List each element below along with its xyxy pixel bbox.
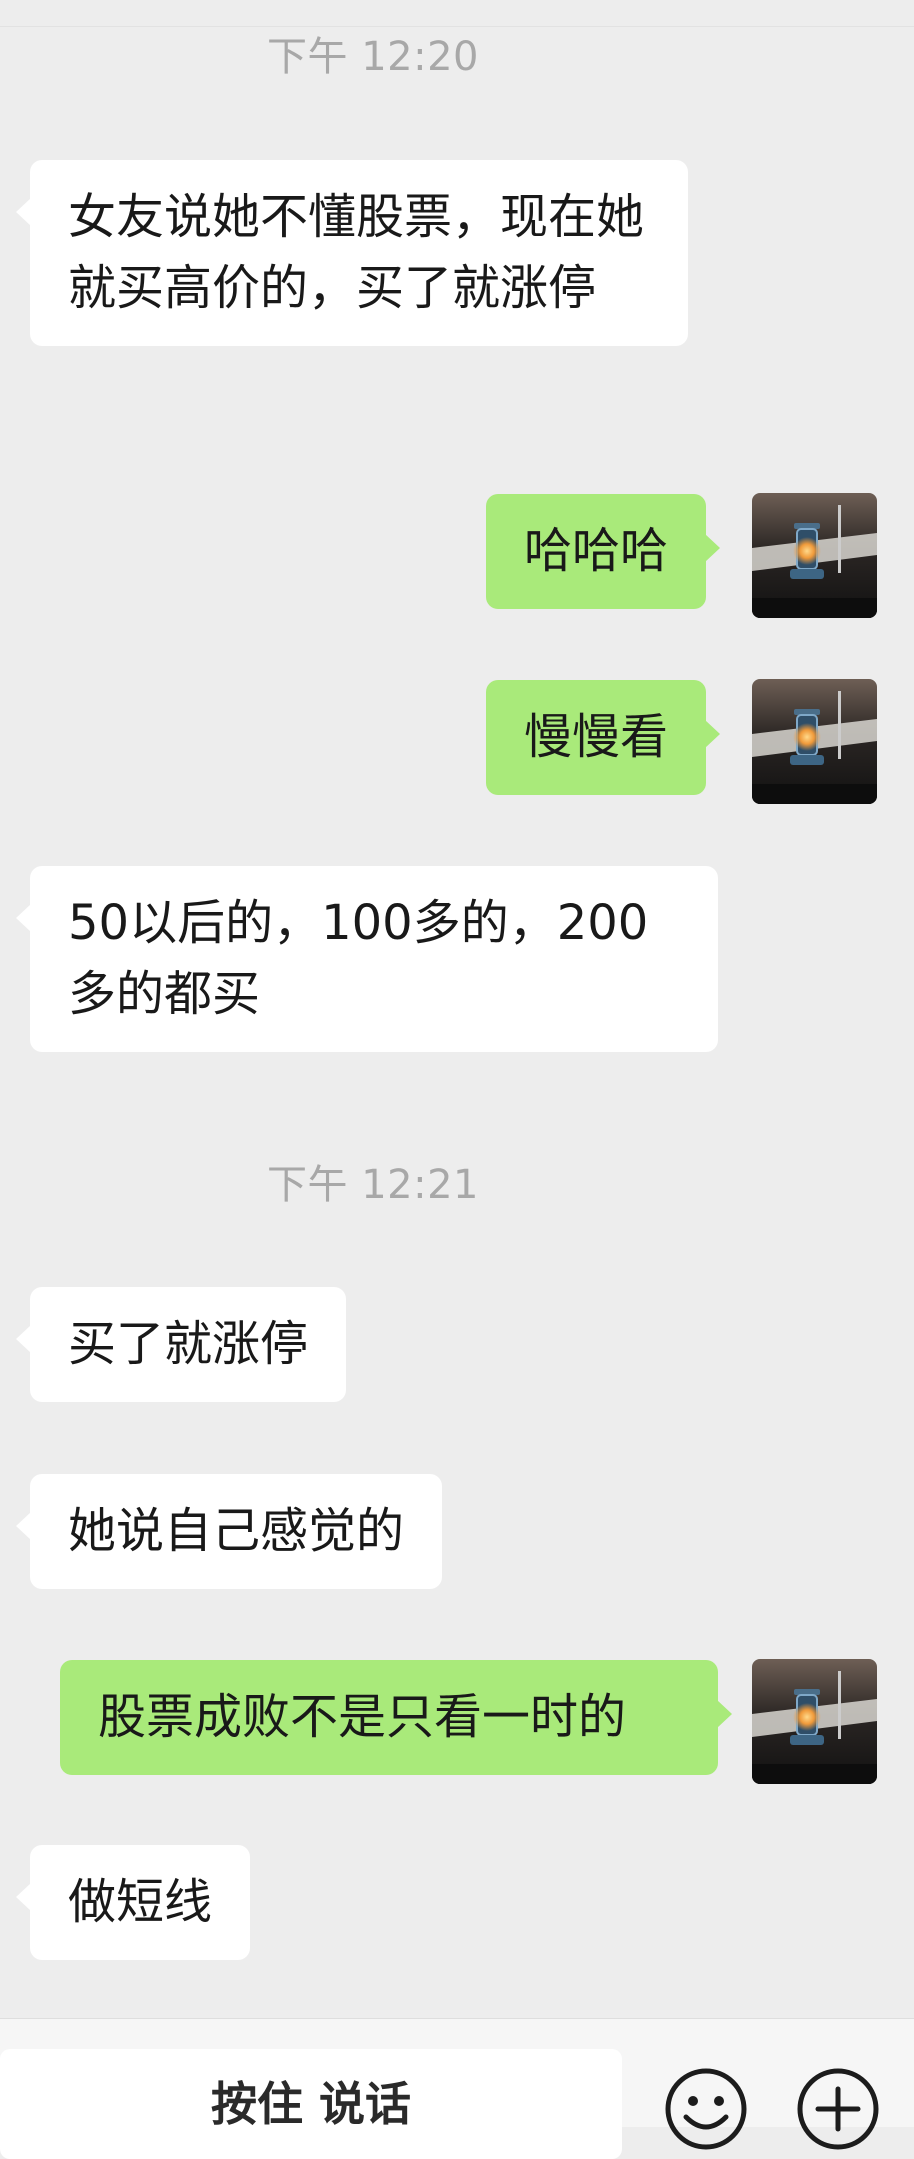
message-bubble-outgoing[interactable]: 哈哈哈 bbox=[486, 494, 721, 609]
message-bubble-outgoing[interactable]: 股票成败不是只看一时的 bbox=[60, 1660, 732, 1775]
message-text: 50以后的，100多的，200多的都买 bbox=[68, 895, 649, 1022]
lantern-avatar-icon bbox=[752, 493, 877, 618]
message-text: 慢慢看 bbox=[524, 709, 669, 765]
lantern-avatar-icon bbox=[752, 679, 877, 804]
hold-to-talk-button[interactable]: 按住 说话 bbox=[0, 2049, 622, 2159]
plus-icon[interactable] bbox=[796, 2067, 880, 2151]
message-bubble-incoming[interactable]: 女友说她不懂股票，现在她就买高价的，买了就涨停 bbox=[16, 160, 688, 346]
message-bubble-incoming[interactable]: 买了就涨停 bbox=[15, 1287, 347, 1402]
avatar[interactable] bbox=[752, 1659, 877, 1784]
message-text: 做短线 bbox=[68, 1874, 213, 1930]
message-bubble-outgoing[interactable]: 慢慢看 bbox=[486, 680, 721, 795]
emoji-icon[interactable] bbox=[664, 2067, 748, 2151]
message-bubble-incoming[interactable]: 她说自己感觉的 bbox=[15, 1474, 443, 1589]
message-text: 哈哈哈 bbox=[524, 523, 669, 579]
lantern-avatar-icon bbox=[752, 1659, 877, 1784]
input-bar: 按住 说话 bbox=[0, 2018, 914, 2159]
avatar[interactable] bbox=[752, 679, 877, 804]
timestamp: 下午 12:21 bbox=[267, 1162, 479, 1208]
message-text: 女友说她不懂股票，现在她就买高价的，买了就涨停 bbox=[68, 189, 645, 316]
message-text: 买了就涨停 bbox=[68, 1316, 309, 1372]
message-text: 她说自己感觉的 bbox=[68, 1503, 405, 1559]
message-text: 股票成败不是只看一时的 bbox=[98, 1689, 627, 1745]
message-bubble-incoming[interactable]: 50以后的，100多的，200多的都买 bbox=[16, 866, 718, 1052]
timestamp: 下午 12:20 bbox=[267, 34, 479, 80]
avatar[interactable] bbox=[752, 493, 877, 618]
message-bubble-incoming[interactable]: 做短线 bbox=[15, 1845, 251, 1960]
